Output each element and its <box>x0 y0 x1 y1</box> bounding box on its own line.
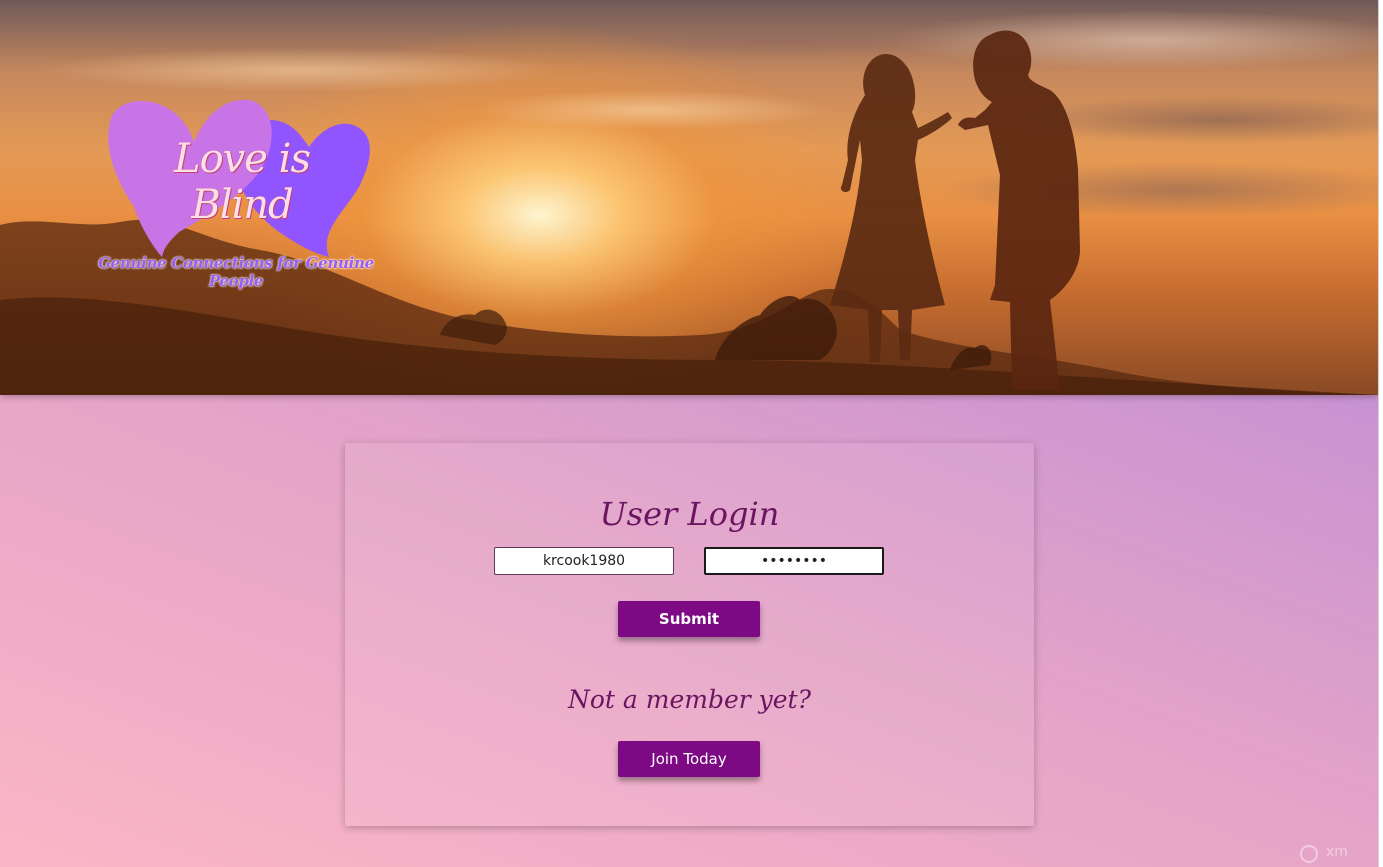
login-title: User Login <box>599 495 780 533</box>
join-today-button[interactable]: Join Today <box>618 741 760 777</box>
signup-prompt: Not a member yet? <box>567 685 812 714</box>
username-input[interactable] <box>494 547 674 575</box>
password-input[interactable] <box>704 547 884 575</box>
submit-button[interactable]: Submit <box>618 601 760 637</box>
site-logo[interactable]: Love is Blind Genuine Connections for Ge… <box>84 92 394 290</box>
logo-tagline: Genuine Connections for Genuine People <box>98 254 374 290</box>
login-card: User Login Submit Not a member yet? Join… <box>345 443 1034 826</box>
logo-title: Love is Blind <box>174 136 311 228</box>
hero-banner: Love is Blind Genuine Connections for Ge… <box>0 0 1378 395</box>
watermark-icon <box>1300 845 1318 863</box>
watermark-text: xm <box>1326 844 1348 860</box>
watermark: xm <box>1300 843 1375 865</box>
window-scrollbar[interactable] <box>1378 0 1383 867</box>
